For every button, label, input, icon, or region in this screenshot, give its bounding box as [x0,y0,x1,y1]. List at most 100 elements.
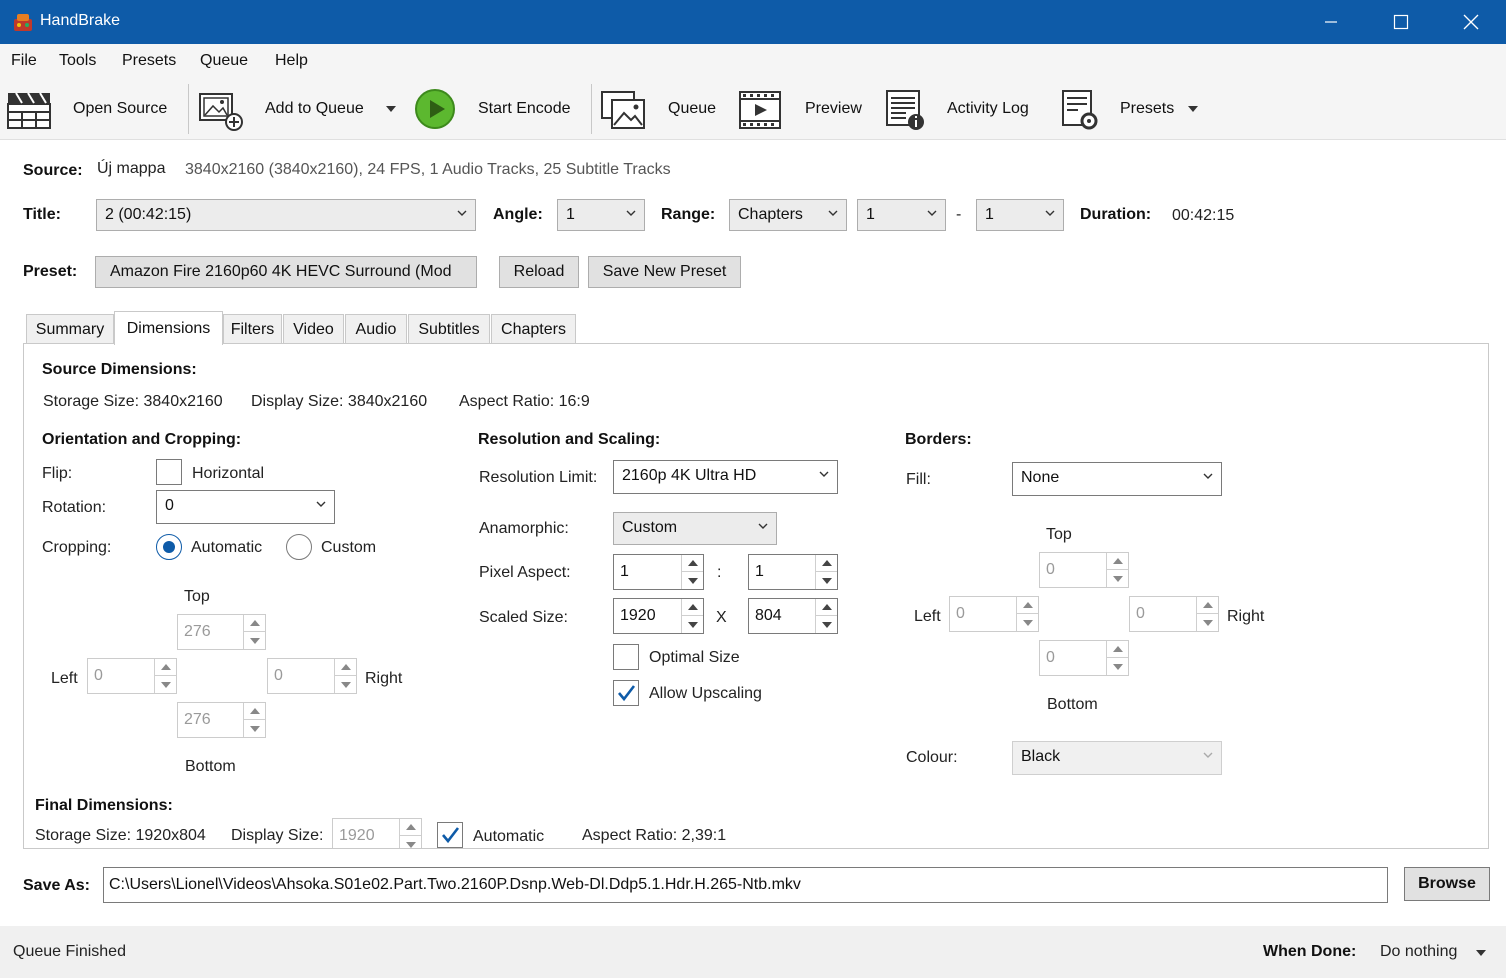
increment-icon[interactable] [816,599,837,616]
flip-horizontal-checkbox[interactable] [156,459,182,485]
decrement-icon[interactable] [155,676,176,693]
decrement-icon[interactable] [1197,614,1218,631]
presets-dropdown-icon[interactable] [1188,106,1198,112]
save-as-path-value: C:\Users\Lionel\Videos\Ahsoka.S01e02.Par… [109,876,801,893]
crop-right-label: Right [365,670,403,687]
tab-subtitles[interactable]: Subtitles [408,314,490,344]
tab-chapters[interactable]: Chapters [491,314,576,344]
decrement-icon[interactable] [1017,614,1038,631]
preset-selector-button[interactable]: Amazon Fire 2160p60 4K HEVC Surround (Mo… [95,256,477,288]
toolbar-separator [591,84,592,134]
final-storage-size: Storage Size: 1920x804 [35,827,206,844]
fill-select[interactable]: None [1012,462,1222,496]
open-source-button[interactable]: Open Source [4,84,184,134]
increment-icon[interactable] [1017,597,1038,614]
tab-dimensions[interactable]: Dimensions [114,311,223,345]
decrement-icon[interactable] [1107,658,1128,675]
pixel-aspect-separator: : [717,564,722,581]
scaled-width-stepper[interactable]: 1920 [613,598,704,634]
preset-label: Preset: [23,263,78,280]
source-label: Source: [23,162,83,179]
border-bottom-stepper[interactable]: 0 [1039,640,1129,676]
decrement-icon[interactable] [244,720,265,737]
increment-icon[interactable] [1107,553,1128,570]
increment-icon[interactable] [1107,641,1128,658]
angle-select[interactable]: 1 [557,199,645,231]
colour-select[interactable]: Black [1012,741,1222,775]
increment-icon[interactable] [682,599,703,616]
crop-left-stepper[interactable]: 0 [87,658,177,694]
increment-icon[interactable] [155,659,176,676]
increment-icon[interactable] [1197,597,1218,614]
decrement-icon[interactable] [682,572,703,589]
range-end-select[interactable]: 1 [976,199,1064,231]
source-dimensions-heading: Source Dimensions: [42,361,197,378]
activity-log-button[interactable]: Activity Log [882,84,1042,134]
source-display-size: Display Size: 3840x2160 [251,393,428,410]
decrement-icon[interactable] [682,616,703,633]
decrement-icon[interactable] [1107,570,1128,587]
tab-summary[interactable]: Summary [26,314,114,344]
title-select[interactable]: 2 (00:42:15) [96,199,476,231]
increment-icon[interactable] [400,819,421,836]
add-to-queue-dropdown-icon[interactable] [386,106,396,112]
rotation-select[interactable]: 0 [156,490,335,524]
increment-icon[interactable] [244,703,265,720]
pixel-aspect-x-stepper[interactable]: 1 [613,554,704,590]
cropping-custom-radio[interactable] [286,534,312,560]
start-encode-button[interactable]: Start Encode [412,84,584,134]
resolution-limit-select[interactable]: 2160p 4K Ultra HD [613,460,838,494]
crop-bottom-stepper[interactable]: 276 [177,702,266,738]
anamorphic-select[interactable]: Custom [613,512,777,545]
add-to-queue-button[interactable]: Add to Queue [196,84,406,134]
decrement-icon[interactable] [400,836,421,848]
crop-right-stepper[interactable]: 0 [267,658,357,694]
menu-presets[interactable]: Presets [122,52,176,70]
crop-top-stepper[interactable]: 276 [177,614,266,650]
cropping-automatic-radio[interactable] [156,534,182,560]
menu-file[interactable]: File [11,52,37,70]
scaled-height-stepper[interactable]: 804 [748,598,838,634]
border-right-stepper[interactable]: 0 [1129,596,1219,632]
decrement-icon[interactable] [816,616,837,633]
chevron-down-icon [457,210,467,216]
menu-queue[interactable]: Queue [200,52,248,70]
border-top-stepper[interactable]: 0 [1039,552,1129,588]
preview-button[interactable]: Preview [736,84,870,134]
duration-label: Duration: [1080,206,1152,223]
pixel-aspect-label: Pixel Aspect: [479,564,571,581]
increment-icon[interactable] [682,555,703,572]
allow-upscaling-checkbox[interactable] [613,680,639,706]
when-done-select[interactable]: Do nothing [1380,940,1490,966]
decrement-icon[interactable] [244,632,265,649]
optimal-size-checkbox[interactable] [613,644,639,670]
increment-icon[interactable] [816,555,837,572]
scaled-size-label: Scaled Size: [479,609,568,626]
browse-button[interactable]: Browse [1404,867,1490,901]
decrement-icon[interactable] [816,572,837,589]
pixel-aspect-y-stepper[interactable]: 1 [748,554,838,590]
final-aspect-ratio: Aspect Ratio: 2,39:1 [582,827,727,844]
decrement-icon[interactable] [335,676,356,693]
menu-help[interactable]: Help [275,52,308,70]
range-start-select[interactable]: 1 [857,199,946,231]
increment-icon[interactable] [335,659,356,676]
queue-button[interactable]: Queue [598,84,728,134]
minimize-button[interactable] [1296,0,1366,44]
final-display-size-label: Display Size: [231,827,324,844]
presets-button[interactable]: Presets [1058,84,1208,134]
tab-filters[interactable]: Filters [223,314,282,344]
increment-icon[interactable] [244,615,265,632]
range-mode-select[interactable]: Chapters [729,199,847,231]
maximize-button[interactable] [1366,0,1436,44]
close-button[interactable] [1436,0,1506,44]
final-automatic-checkbox[interactable] [437,822,463,848]
tab-audio[interactable]: Audio [345,314,407,344]
border-left-stepper[interactable]: 0 [949,596,1039,632]
reload-button[interactable]: Reload [499,256,579,288]
menu-tools[interactable]: Tools [59,52,96,70]
tab-video[interactable]: Video [283,314,344,344]
save-as-path-input[interactable]: C:\Users\Lionel\Videos\Ahsoka.S01e02.Par… [103,867,1388,903]
save-new-preset-button[interactable]: Save New Preset [588,256,741,288]
final-display-size-stepper[interactable]: 1920 [332,818,422,848]
